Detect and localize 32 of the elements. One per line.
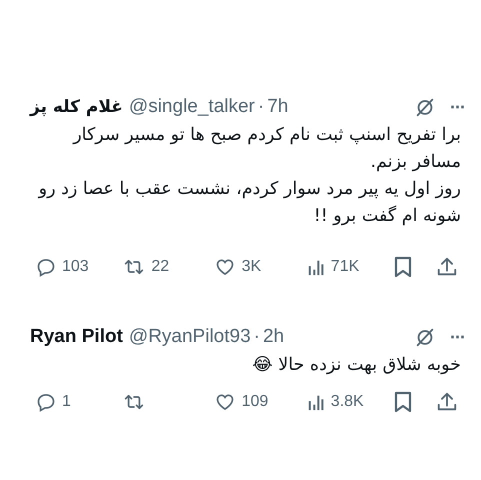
- reply-icon: [36, 392, 56, 412]
- reply-button[interactable]: 1: [36, 392, 124, 412]
- more-button[interactable]: ···: [450, 96, 465, 118]
- share-icon: [436, 391, 458, 413]
- reply-button[interactable]: 103: [36, 257, 124, 277]
- post-text: برا تفریح اسنپ ثبت نام کردم صبح ها تو مسیر سرکار مسافر بزنم.: [72, 124, 461, 174]
- post-text: روز اول یه پیر مرد سوار کردم، نشست عقب با عصا زد رو شونه ام گفت برو !!: [36, 178, 461, 228]
- author-name[interactable]: غلام کله پز: [30, 97, 123, 117]
- share-icon: [436, 256, 458, 278]
- separator-dot: ·: [258, 96, 264, 118]
- reply-icon: [36, 257, 56, 277]
- post-time[interactable]: 2h: [262, 326, 284, 348]
- more-button[interactable]: ···: [450, 326, 465, 348]
- post-time[interactable]: 7h: [267, 96, 288, 118]
- heart-icon: [214, 392, 236, 412]
- separator-dot: ·: [254, 326, 260, 348]
- bar-chart-icon: [306, 393, 325, 411]
- bookmark-icon: [394, 391, 412, 413]
- repost-button[interactable]: 22: [123, 257, 214, 277]
- author-handle[interactable]: @single_talker: [128, 96, 255, 118]
- repost-icon: [123, 392, 146, 412]
- heart-icon: [214, 257, 236, 277]
- like-button[interactable]: 109: [214, 392, 307, 412]
- views-button[interactable]: 3.8K: [306, 393, 394, 411]
- like-button[interactable]: 3K: [214, 257, 307, 277]
- post-text: خوبه شلاق بهت نزده حالا 😂: [251, 354, 461, 377]
- bar-chart-icon: [306, 258, 325, 276]
- bookmark-icon: [394, 256, 412, 278]
- author-name[interactable]: Ryan Pilot: [30, 326, 123, 348]
- author-handle[interactable]: @RyanPilot93: [128, 326, 251, 348]
- repost-icon: [123, 257, 146, 277]
- views-button[interactable]: 71K: [306, 258, 394, 276]
